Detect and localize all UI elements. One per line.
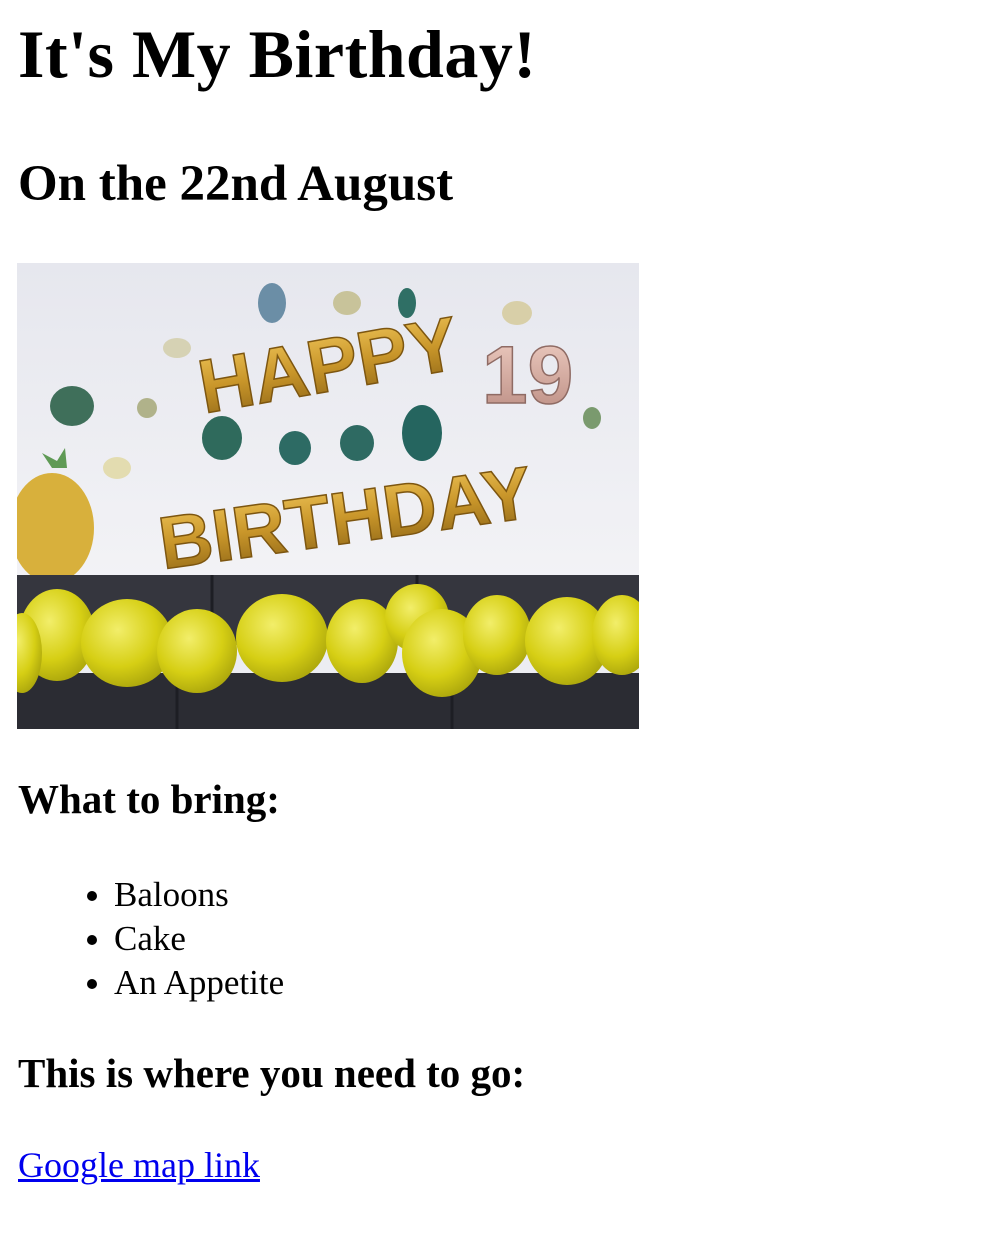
list-item: An Appetite bbox=[114, 961, 284, 1005]
number-balloons: 19 bbox=[481, 329, 574, 422]
svg-text:19: 19 bbox=[482, 330, 573, 421]
list-item: Cake bbox=[114, 917, 284, 961]
birthday-photo: HAPPY 19 BIRTHDAY bbox=[17, 263, 639, 729]
google-map-link[interactable]: Google map link bbox=[18, 1147, 260, 1183]
what-to-bring-heading: What to bring: bbox=[18, 776, 280, 822]
page-subtitle: On the 22nd August bbox=[18, 156, 454, 212]
page-title: It's My Birthday! bbox=[18, 16, 537, 92]
page: It's My Birthday! On the 22nd August HAP… bbox=[0, 16, 984, 1183]
bring-list: Baloons Cake An Appetite bbox=[0, 873, 284, 1005]
where-to-go-heading: This is where you need to go: bbox=[18, 1050, 526, 1096]
list-item: Baloons bbox=[114, 873, 284, 917]
